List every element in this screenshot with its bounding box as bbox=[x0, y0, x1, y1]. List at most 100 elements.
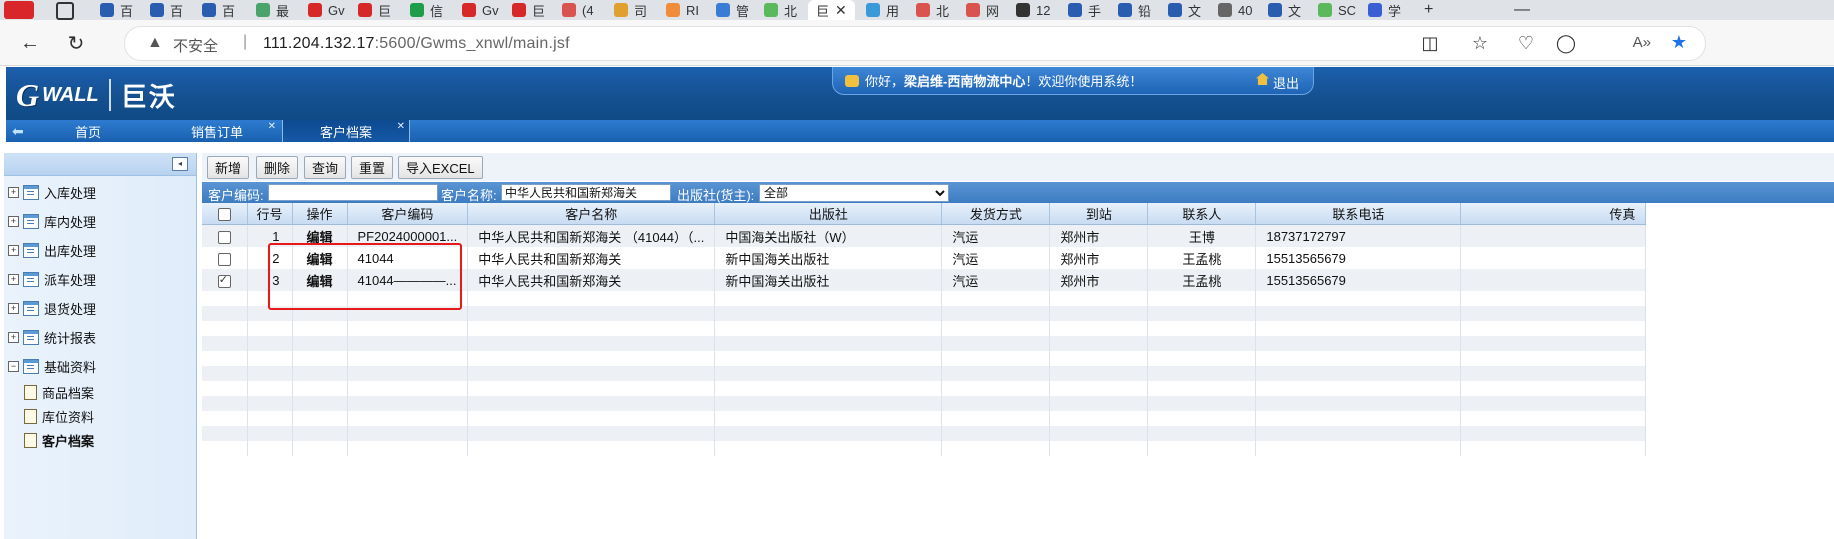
sidebar-subitem[interactable]: 客户档案 bbox=[24, 430, 94, 450]
column-header[interactable]: 客户名称 bbox=[467, 203, 716, 225]
query-button[interactable]: 查询 bbox=[304, 156, 347, 179]
row-select-cell[interactable] bbox=[202, 224, 248, 247]
refresh-icon[interactable]: ↻ bbox=[64, 31, 88, 55]
browser-tab[interactable]: 学 bbox=[1368, 0, 1401, 20]
browser-tab[interactable]: 用 bbox=[866, 0, 899, 20]
import-excel-button[interactable]: 导入EXCEL bbox=[398, 156, 483, 179]
browser-tab[interactable]: 网 bbox=[966, 0, 999, 20]
edit-link[interactable]: 编辑 bbox=[292, 224, 348, 247]
browser-tab[interactable]: 百 bbox=[202, 0, 235, 20]
row-checkbox[interactable] bbox=[217, 230, 231, 244]
browser-tab[interactable]: 手 bbox=[1068, 0, 1101, 20]
browser-tab[interactable]: 司 bbox=[614, 0, 647, 20]
split-screen-icon[interactable]: ◫ bbox=[1418, 31, 1442, 55]
tab-home[interactable]: 首页 bbox=[42, 120, 134, 142]
browser-tab[interactable]: RI bbox=[666, 0, 699, 20]
column-header[interactable]: 到站 bbox=[1049, 203, 1149, 225]
browser-tab[interactable]: 百 bbox=[150, 0, 183, 20]
browser-essentials-icon[interactable]: ♡ bbox=[1514, 31, 1538, 55]
browser-tab[interactable]: 铅 bbox=[1118, 0, 1151, 20]
sidebar-item[interactable]: + 退货处理 bbox=[0, 298, 96, 318]
browser-tab[interactable]: Gv bbox=[462, 0, 499, 20]
tab-sales-order[interactable]: 销售订单 ✕ bbox=[154, 120, 280, 142]
profile-avatar[interactable] bbox=[4, 1, 34, 19]
column-header[interactable]: 联系电话 bbox=[1255, 203, 1462, 225]
collapse-icon[interactable]: − bbox=[8, 360, 19, 372]
row-checkbox[interactable] bbox=[217, 252, 231, 266]
sidebar-item[interactable]: + 入库处理 bbox=[0, 182, 96, 202]
browser-tab[interactable]: 12 bbox=[1016, 0, 1050, 20]
expand-icon[interactable]: + bbox=[8, 331, 19, 343]
table-row[interactable]: 1 编辑 PF2024000001... 中华人民共和国新郑海关 （41044）（..… bbox=[202, 224, 1647, 247]
column-header[interactable]: 出版社 bbox=[714, 203, 943, 225]
browser-tab[interactable]: (4 bbox=[562, 0, 594, 20]
sidebar-item[interactable]: + 库内处理 bbox=[0, 211, 96, 231]
expand-icon[interactable]: + bbox=[8, 273, 19, 285]
browser-tab[interactable]: 文 bbox=[1268, 0, 1301, 20]
reset-button[interactable]: 重置 bbox=[351, 156, 394, 179]
home-icon[interactable] bbox=[1256, 73, 1269, 85]
browser-tab[interactable]: 文 bbox=[1168, 0, 1201, 20]
browser-tab[interactable]: 最 bbox=[256, 0, 289, 20]
browser-tab[interactable]: 北 bbox=[916, 0, 949, 20]
column-header[interactable]: 行号 bbox=[247, 203, 293, 225]
new-button[interactable]: 新增 bbox=[207, 156, 250, 179]
browser-tab[interactable]: 巨 bbox=[358, 0, 391, 20]
sidebar-collapse-icon[interactable]: ◂ bbox=[172, 157, 188, 171]
row-select-cell[interactable] bbox=[202, 269, 248, 291]
browser-tab[interactable]: 北 bbox=[764, 0, 797, 20]
edit-link[interactable]: 编辑 bbox=[292, 247, 348, 269]
sidebar-item[interactable]: − 基础资料 bbox=[0, 356, 96, 376]
publisher-select[interactable]: 全部 bbox=[759, 184, 949, 202]
expand-icon[interactable]: + bbox=[8, 302, 19, 314]
browser-tab[interactable]: 巨 ✕ bbox=[808, 0, 855, 20]
column-header[interactable]: 客户编码 bbox=[347, 203, 469, 225]
sidebar-subitem[interactable]: 商品档案 bbox=[24, 382, 94, 402]
overflow-icon[interactable]: ◯ bbox=[1554, 31, 1578, 55]
delete-button[interactable]: 删除 bbox=[256, 156, 299, 179]
favorites-icon[interactable]: ☆ bbox=[1468, 31, 1492, 55]
row-checkbox[interactable] bbox=[217, 273, 231, 288]
read-aloud-icon[interactable]: A» bbox=[1633, 34, 1651, 51]
expand-icon[interactable]: + bbox=[8, 186, 19, 198]
customer-name-input[interactable] bbox=[501, 184, 671, 201]
browser-tab[interactable]: Gv bbox=[308, 0, 345, 20]
browser-tab[interactable]: 信 bbox=[410, 0, 443, 20]
favorite-star-icon[interactable]: ★ bbox=[1671, 32, 1687, 53]
table-row[interactable]: 3编辑41044————...中华人民共和国新郑海关新中国海关出版社汽运郑州市王… bbox=[202, 269, 1647, 291]
sidebar-item[interactable]: + 统计报表 bbox=[0, 327, 96, 347]
browser-tab[interactable]: 巨 bbox=[512, 0, 545, 20]
logout-link[interactable]: 退出 bbox=[1273, 73, 1299, 92]
column-header[interactable]: 联系人 bbox=[1147, 203, 1257, 225]
browser-tab[interactable]: 40 bbox=[1218, 0, 1252, 20]
browser-tab[interactable]: 百 bbox=[100, 0, 133, 20]
nav-back-arrow-icon[interactable]: ⬅ bbox=[12, 123, 28, 139]
close-icon[interactable]: ✕ bbox=[268, 121, 276, 132]
back-icon[interactable]: ← bbox=[18, 31, 42, 55]
customer-code-input[interactable] bbox=[268, 184, 438, 201]
expand-icon[interactable]: + bbox=[8, 244, 19, 256]
new-tab-button[interactable]: + bbox=[1424, 0, 1433, 20]
edit-link[interactable]: 编辑 bbox=[292, 269, 348, 291]
tab-actions-icon[interactable] bbox=[56, 2, 74, 20]
close-tab-icon[interactable]: ✕ bbox=[835, 2, 847, 19]
select-all-checkbox[interactable] bbox=[217, 208, 231, 222]
column-header[interactable]: 传真 bbox=[1460, 203, 1647, 225]
browser-tab[interactable]: SC bbox=[1318, 0, 1356, 20]
expand-icon[interactable]: + bbox=[8, 215, 19, 227]
security-label[interactable]: 不安全 bbox=[173, 35, 218, 56]
row-select-cell[interactable] bbox=[202, 247, 248, 269]
close-icon[interactable]: ✕ bbox=[397, 121, 405, 132]
browser-tab[interactable]: 管 bbox=[716, 0, 749, 20]
select-all-header[interactable] bbox=[202, 203, 248, 225]
url-text[interactable]: 111.204.132.17:5600/Gwms_xnwl/main.jsf bbox=[263, 35, 570, 53]
table-row[interactable]: 2 编辑 41044 中华人民共和国新郑海关 新中国海关出版社 汽运 郑州市 王孟桃 15513… bbox=[202, 247, 1647, 269]
sidebar-subitem[interactable]: 库位资料 bbox=[24, 406, 94, 426]
warning-icon[interactable]: ▲ bbox=[147, 34, 163, 52]
column-header[interactable]: 操作 bbox=[292, 203, 348, 225]
minimize-button[interactable]: — bbox=[1514, 0, 1530, 20]
tab-customer-archive[interactable]: 客户档案 ✕ bbox=[282, 120, 410, 142]
sidebar-item[interactable]: + 派车处理 bbox=[0, 269, 96, 289]
sidebar-item[interactable]: + 出库处理 bbox=[0, 240, 96, 260]
column-header[interactable]: 发货方式 bbox=[941, 203, 1051, 225]
